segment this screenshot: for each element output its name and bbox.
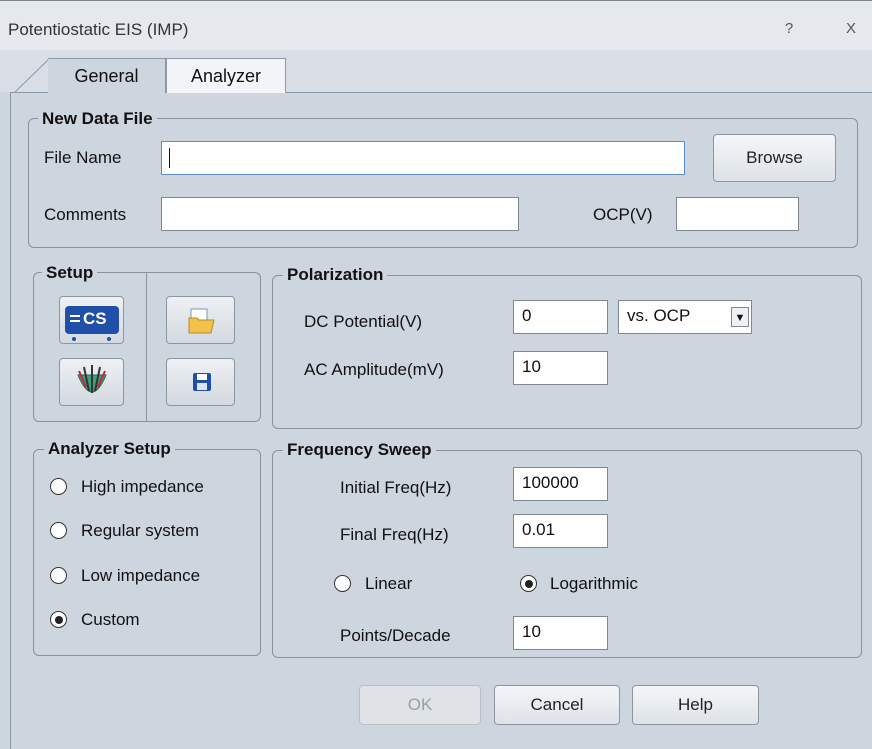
file-name-input[interactable] bbox=[161, 141, 685, 175]
cs-icon-foot bbox=[107, 337, 111, 341]
save-disk-icon bbox=[193, 373, 211, 391]
cs-instrument-icon: CS bbox=[65, 306, 119, 334]
radio-button[interactable] bbox=[50, 522, 67, 539]
final-freq-label: Final Freq(Hz) bbox=[340, 525, 449, 544]
radio-label: High impedance bbox=[81, 477, 204, 496]
open-folder-icon bbox=[188, 308, 215, 334]
electrode-cell-button[interactable] bbox=[59, 358, 124, 406]
radio-button[interactable] bbox=[50, 567, 67, 584]
analyzer-setup-legend: Analyzer Setup bbox=[44, 439, 175, 459]
setup-divider bbox=[146, 273, 147, 421]
close-button[interactable]: X bbox=[838, 20, 864, 37]
radio-label: Custom bbox=[81, 610, 140, 629]
points-per-decade-input[interactable]: 10 bbox=[513, 616, 608, 650]
cs-icon-foot bbox=[72, 337, 76, 341]
ok-button[interactable]: OK bbox=[359, 685, 481, 725]
save-file-button[interactable] bbox=[166, 358, 235, 406]
cancel-button[interactable]: Cancel bbox=[494, 685, 620, 725]
initial-freq-label: Initial Freq(Hz) bbox=[340, 478, 452, 497]
chevron-down-icon[interactable]: ▼ bbox=[731, 307, 749, 327]
reference-select[interactable]: vs. OCP ▼ bbox=[618, 300, 752, 334]
comments-input[interactable] bbox=[161, 197, 519, 231]
file-name-label: File Name bbox=[44, 148, 122, 167]
radio-button-selected[interactable] bbox=[50, 611, 67, 628]
ocp-input[interactable] bbox=[676, 197, 799, 231]
radio-linear[interactable]: Linear bbox=[334, 573, 474, 595]
ocp-label: OCP(V) bbox=[593, 205, 653, 224]
dc-potential-label: DC Potential(V) bbox=[304, 312, 423, 331]
radio-high-impedance[interactable]: High impedance bbox=[50, 476, 250, 498]
radio-regular-system[interactable]: Regular system bbox=[50, 520, 250, 542]
radio-custom[interactable]: Custom bbox=[50, 609, 250, 631]
radio-label: Logarithmic bbox=[550, 574, 638, 593]
open-file-button[interactable] bbox=[166, 296, 235, 344]
reference-select-value: vs. OCP bbox=[627, 306, 691, 325]
radio-label: Regular system bbox=[81, 521, 200, 540]
cs-icon-line bbox=[70, 315, 80, 317]
tab-general[interactable]: General bbox=[48, 58, 166, 93]
electrode-cell-icon bbox=[77, 365, 107, 393]
radio-button[interactable] bbox=[50, 478, 67, 495]
window-title: Potentiostatic EIS (IMP) bbox=[8, 20, 189, 39]
tab-analyzer[interactable]: Analyzer bbox=[166, 58, 286, 93]
polarization-legend: Polarization bbox=[283, 265, 388, 285]
frequency-sweep-legend: Frequency Sweep bbox=[283, 440, 436, 460]
help-button[interactable]: Help bbox=[632, 685, 759, 725]
radio-button[interactable] bbox=[334, 575, 351, 592]
comments-label: Comments bbox=[44, 205, 127, 224]
points-per-decade-label: Points/Decade bbox=[340, 626, 451, 645]
dc-potential-input[interactable]: 0 bbox=[513, 300, 608, 334]
ac-amplitude-input[interactable]: 10 bbox=[513, 351, 608, 385]
ac-amplitude-label: AC Amplitude(mV) bbox=[304, 360, 444, 379]
cs-icon-line bbox=[70, 320, 80, 322]
help-title-button[interactable]: ? bbox=[776, 20, 802, 37]
radio-label: Low impedance bbox=[81, 566, 201, 585]
radio-dot bbox=[54, 615, 63, 624]
radio-dot bbox=[524, 579, 533, 588]
setup-legend: Setup bbox=[42, 263, 98, 283]
radio-low-impedance[interactable]: Low impedance bbox=[50, 565, 250, 587]
radio-button-selected[interactable] bbox=[520, 575, 537, 592]
radio-logarithmic[interactable]: Logarithmic bbox=[520, 573, 690, 595]
cs-icon-text: CS bbox=[83, 309, 107, 328]
text-caret bbox=[169, 148, 170, 168]
initial-freq-input[interactable]: 100000 bbox=[513, 467, 608, 501]
new-data-file-legend: New Data File bbox=[38, 109, 157, 129]
browse-button[interactable]: Browse bbox=[713, 134, 836, 182]
tab-slant-decoration bbox=[13, 57, 51, 94]
final-freq-input[interactable]: 0.01 bbox=[513, 514, 608, 548]
radio-label: Linear bbox=[365, 574, 413, 593]
cs-instrument-button[interactable]: CS bbox=[59, 296, 124, 344]
